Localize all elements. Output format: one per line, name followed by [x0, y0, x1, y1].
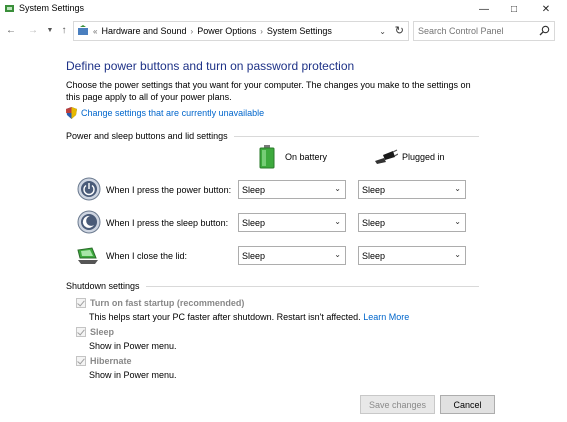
- change-settings-link-row[interactable]: Change settings that are currently unava…: [66, 107, 264, 119]
- window-title: System Settings: [19, 3, 85, 13]
- chevron-right-icon[interactable]: ›: [187, 27, 198, 36]
- plugged-in-label: Plugged in: [402, 152, 445, 162]
- fast-startup-checkbox[interactable]: [76, 298, 86, 308]
- chevron-down-icon[interactable]: ⌄: [379, 27, 386, 36]
- title-bar: System Settings — □ ✕: [0, 0, 567, 18]
- breadcrumb-hardware-and-sound[interactable]: Hardware and Sound: [101, 26, 186, 36]
- close-lid-plugged-select[interactable]: Sleep ⌄: [358, 246, 466, 265]
- close-lid-label: When I close the lid:: [106, 251, 188, 261]
- power-button-plugged-select[interactable]: Sleep ⌄: [358, 180, 466, 199]
- sleep-checkbox-row[interactable]: Sleep: [76, 327, 114, 337]
- hibernate-checkbox-row[interactable]: Hibernate: [76, 356, 132, 366]
- maximize-button[interactable]: □: [498, 0, 530, 18]
- select-value: Sleep: [242, 217, 266, 228]
- forward-arrow-icon[interactable]: →: [27, 23, 39, 37]
- chevron-down-icon: ⌄: [454, 250, 461, 259]
- shutdown-group-label: Shutdown settings: [66, 281, 146, 291]
- fast-startup-help-text: This helps start your PC faster after sh…: [89, 312, 361, 322]
- chevron-down-icon: ⌄: [334, 184, 341, 193]
- power-button-battery-select[interactable]: Sleep ⌄: [238, 180, 346, 199]
- sleep-label: Sleep: [90, 327, 115, 337]
- sleep-button-icon: [77, 210, 101, 234]
- search-icon[interactable]: [539, 25, 550, 36]
- power-options-icon: [5, 5, 14, 12]
- chevron-right-icon[interactable]: ›: [256, 27, 267, 36]
- search-input[interactable]: [414, 22, 534, 40]
- breadcrumb-system-settings[interactable]: System Settings: [267, 26, 332, 36]
- sleep-description: Show in Power menu.: [89, 341, 177, 351]
- hibernate-checkbox[interactable]: [76, 356, 86, 366]
- plugged-in-header: Plugged in: [374, 149, 445, 165]
- page-title: Define power buttons and turn on passwor…: [66, 59, 355, 73]
- breadcrumb[interactable]: « Hardware and Sound › Power Options › S…: [73, 21, 409, 41]
- address-bar: ← → ▼ ↑ « Hardware and Sound › Power Opt…: [0, 20, 567, 42]
- select-value: Sleep: [242, 184, 266, 195]
- hibernate-label: Hibernate: [90, 356, 132, 366]
- laptop-lid-icon: [77, 247, 98, 264]
- change-settings-link[interactable]: Change settings that are currently unava…: [81, 108, 264, 118]
- on-battery-header: On battery: [259, 145, 327, 169]
- up-arrow-icon[interactable]: ↑: [58, 23, 70, 37]
- sleep-button-battery-select[interactable]: Sleep ⌄: [238, 213, 346, 232]
- battery-icon: [259, 145, 275, 169]
- page-description: Choose the power settings that you want …: [66, 80, 471, 102]
- power-plug-icon: [375, 149, 398, 164]
- sleep-checkbox[interactable]: [76, 327, 86, 337]
- sleep-button-label: When I press the sleep button:: [106, 218, 229, 228]
- select-value: Sleep: [362, 250, 386, 261]
- on-battery-label: On battery: [285, 152, 328, 162]
- select-value: Sleep: [362, 184, 386, 195]
- breadcrumb-power-options[interactable]: Power Options: [197, 26, 256, 36]
- close-button[interactable]: ✕: [530, 0, 562, 18]
- chevron-icon: «: [93, 26, 98, 36]
- sleep-button-plugged-select[interactable]: Sleep ⌄: [358, 213, 466, 232]
- cancel-button[interactable]: Cancel: [440, 395, 495, 414]
- select-value: Sleep: [242, 250, 266, 261]
- power-group-label: Power and sleep buttons and lid settings: [66, 131, 234, 141]
- control-panel-icon: [78, 25, 88, 35]
- chevron-down-icon: ⌄: [454, 184, 461, 193]
- close-lid-battery-select[interactable]: Sleep ⌄: [238, 246, 346, 265]
- back-arrow-icon[interactable]: ←: [5, 23, 17, 37]
- refresh-icon[interactable]: ↻: [395, 24, 404, 37]
- fast-startup-label: Turn on fast startup (recommended): [90, 298, 245, 308]
- select-value: Sleep: [362, 217, 386, 228]
- hibernate-description: Show in Power menu.: [89, 370, 177, 380]
- minimize-button[interactable]: —: [468, 0, 500, 18]
- power-button-label: When I press the power button:: [106, 185, 232, 195]
- fast-startup-description: This helps start your PC faster after sh…: [89, 312, 409, 322]
- chevron-down-icon: ⌄: [454, 217, 461, 226]
- recent-locations-icon[interactable]: ▼: [44, 23, 56, 37]
- search-box[interactable]: [413, 21, 555, 41]
- power-button-icon: [77, 177, 101, 201]
- learn-more-link[interactable]: Learn More: [363, 312, 409, 322]
- save-changes-button[interactable]: Save changes: [360, 395, 435, 414]
- chevron-down-icon: ⌄: [334, 250, 341, 259]
- chevron-down-icon: ⌄: [334, 217, 341, 226]
- fast-startup-checkbox-row[interactable]: Turn on fast startup (recommended): [76, 298, 244, 308]
- uac-shield-icon: [66, 107, 77, 119]
